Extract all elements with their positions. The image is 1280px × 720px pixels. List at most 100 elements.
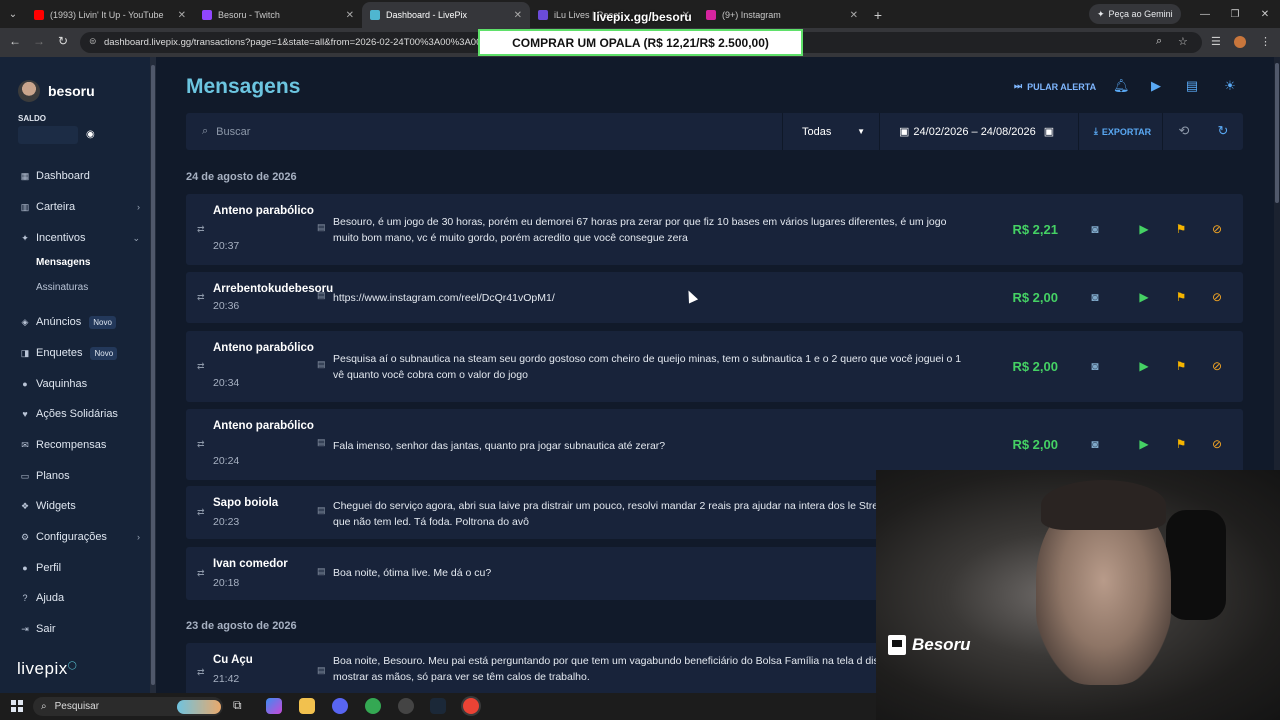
plans-icon: ▭: [20, 470, 30, 481]
transfer-icon: ⇄: [197, 291, 205, 302]
extensions-icon[interactable]: ☰: [1211, 35, 1221, 48]
twitch-icon: [888, 635, 906, 655]
layout-icon[interactable]: ▤: [1184, 78, 1200, 94]
steam-icon[interactable]: [430, 698, 446, 714]
export-button[interactable]: ⤓ EXPORTAR: [1083, 113, 1163, 150]
sidebar-item-configura-es[interactable]: ⚙ Configurações ›: [20, 529, 140, 545]
logout-icon: ⇥: [21, 623, 29, 634]
sidebar-item-an-ncios[interactable]: ◈ Anúncios Novo: [20, 314, 140, 330]
chrome-active-icon[interactable]: [463, 698, 479, 714]
maximize-button[interactable]: ❐: [1220, 0, 1250, 28]
sidebar-item-label: Planos: [36, 470, 70, 482]
sidebar-item-a-es-solid-rias[interactable]: ♥ Ações Solidárias: [20, 406, 140, 422]
sidebar-item-perfil[interactable]: ● Perfil: [20, 560, 140, 576]
taskbar-search[interactable]: ⌕ Pesquisar: [33, 697, 223, 716]
tts-robot-icon[interactable]: ◙: [1087, 290, 1103, 304]
sidebar-item-ajuda[interactable]: ? Ajuda: [20, 590, 140, 606]
flag-icon[interactable]: ⚑: [1173, 290, 1189, 304]
tts-robot-icon[interactable]: ◙: [1087, 222, 1103, 236]
browser-tab[interactable]: (1993) Livin' It Up - YouTube ✕: [26, 2, 194, 28]
site-info-icon[interactable]: ⊜: [89, 36, 97, 47]
message-row[interactable]: ⇄ Anteno parabólico 20:37 ▤ Besouro, é um jo…: [186, 194, 1243, 265]
obs-icon[interactable]: [398, 698, 414, 714]
sidebar-item-dashboard[interactable]: ▦ Dashboard: [20, 168, 140, 184]
block-icon[interactable]: ⊘: [1209, 359, 1225, 373]
message-icon: ▤: [317, 221, 326, 232]
new-tab-button[interactable]: +: [866, 2, 890, 28]
sidebar-item-label: Sair: [36, 623, 56, 635]
livepix-logo[interactable]: livepix◯: [17, 659, 77, 679]
gemini-icon: ✦: [1097, 8, 1105, 19]
tts-robot-icon[interactable]: ◙: [1087, 359, 1103, 373]
tab-search-icon[interactable]: ⌄: [0, 0, 26, 28]
message-time: 20:18: [213, 577, 240, 589]
status-filter-select[interactable]: Todas ▼: [786, 113, 880, 150]
eye-icon[interactable]: ◉: [86, 129, 95, 140]
gemini-button[interactable]: ✦ Peça ao Gemini: [1089, 4, 1181, 24]
user-profile[interactable]: besoru: [18, 80, 95, 102]
close-tab-icon[interactable]: ✕: [514, 10, 522, 21]
sidebar-item-sair[interactable]: ⇥ Sair: [20, 621, 140, 637]
forward-icon[interactable]: →: [30, 34, 48, 48]
close-window-button[interactable]: ✕: [1250, 0, 1280, 28]
sidebar-item-widgets[interactable]: ❖ Widgets: [20, 498, 140, 514]
sync-icon[interactable]: ⟲: [1176, 123, 1192, 139]
close-tab-icon[interactable]: ✕: [178, 10, 186, 21]
block-icon[interactable]: ⊘: [1209, 437, 1225, 451]
youtube-icon[interactable]: ▶: [1148, 78, 1164, 94]
theme-sun-icon[interactable]: ☀: [1222, 78, 1238, 94]
transfer-icon: ⇄: [197, 438, 205, 449]
flag-icon[interactable]: ⚑: [1173, 437, 1189, 451]
refresh-icon[interactable]: ↻: [1215, 123, 1231, 139]
file-explorer-icon[interactable]: [299, 698, 315, 714]
sidebar-item-vaquinhas[interactable]: ● Vaquinhas: [20, 376, 140, 392]
flag-icon[interactable]: ⚑: [1173, 222, 1189, 236]
flag-icon[interactable]: ⚑: [1173, 359, 1189, 373]
profile-avatar-icon[interactable]: [1234, 36, 1246, 48]
minimize-button[interactable]: —: [1190, 0, 1220, 28]
stream-overlay-url: livepix.gg/besoru: [593, 10, 692, 24]
replay-icon[interactable]: ▶: [1136, 290, 1152, 304]
browser-tab[interactable]: (9+) Instagram ✕: [698, 2, 866, 28]
search-input[interactable]: [216, 125, 757, 138]
replay-icon[interactable]: ▶: [1136, 437, 1152, 451]
close-tab-icon[interactable]: ✕: [346, 10, 354, 21]
message-row[interactable]: ⇄ Arrebentokudebesoru 20:36 ▤ https://www.in…: [186, 272, 1243, 323]
sidebar-subitem-mensagens[interactable]: Mensagens: [36, 257, 90, 268]
browser-tab[interactable]: Dashboard - LivePix ✕: [362, 2, 530, 28]
sidebar-subitem-assinaturas[interactable]: Assinaturas: [36, 282, 88, 293]
browser-menu-icon[interactable]: ⋮: [1260, 35, 1271, 48]
message-icon: ▤: [317, 358, 326, 369]
date-range-picker[interactable]: ▣ 24/02/2026 – 24/08/2026 ▣: [883, 113, 1079, 150]
tts-robot-icon[interactable]: ◙: [1087, 437, 1103, 451]
date-group-header: 23 de agosto de 2026: [186, 620, 297, 632]
sidebar-item-enquetes[interactable]: ◨ Enquetes Novo: [20, 345, 140, 361]
windows-start-icon[interactable]: [11, 700, 23, 712]
task-view-icon[interactable]: ⧉: [233, 698, 249, 714]
bell-icon[interactable]: 🔔︎: [1113, 78, 1130, 94]
message-row[interactable]: ⇄ Anteno parabólico 20:34 ▤ Pesquisa aí o su…: [186, 331, 1243, 402]
headphone-shape: [1166, 510, 1226, 620]
reload-icon[interactable]: ↻: [54, 34, 72, 48]
chrome-icon[interactable]: [365, 698, 381, 714]
filter-bar: ⌕ Todas ▼ ▣ 24/02/2026 – 24/08/2026 ▣ ⤓ …: [186, 113, 1243, 150]
block-icon[interactable]: ⊘: [1209, 290, 1225, 304]
skip-alert-button[interactable]: ⏭ PULAR ALERTA: [1014, 81, 1096, 92]
discord-icon[interactable]: [332, 698, 348, 714]
sidebar-item-incentivos[interactable]: ✦ Incentivos ⌄: [20, 230, 140, 246]
sidebar-item-carteira[interactable]: ▥ Carteira ›: [20, 199, 140, 215]
replay-icon[interactable]: ▶: [1136, 222, 1152, 236]
replay-icon[interactable]: ▶: [1136, 359, 1152, 373]
sidebar-item-recompensas[interactable]: ✉ Recompensas: [20, 437, 140, 453]
gift-icon: ✉: [21, 439, 29, 450]
caret-down-icon: ▼: [857, 127, 865, 136]
browser-tab[interactable]: Besoru - Twitch ✕: [194, 2, 362, 28]
close-tab-icon[interactable]: ✕: [850, 10, 858, 21]
bookmark-star-icon[interactable]: ☆: [1178, 35, 1188, 48]
block-icon[interactable]: ⊘: [1209, 222, 1225, 236]
copilot-icon[interactable]: [266, 698, 282, 714]
sidebar-item-planos[interactable]: ▭ Planos: [20, 468, 140, 484]
heart-icon: ♥: [22, 409, 28, 419]
zoom-icon[interactable]: ⌕: [1156, 35, 1162, 48]
back-icon[interactable]: ←: [6, 34, 24, 48]
